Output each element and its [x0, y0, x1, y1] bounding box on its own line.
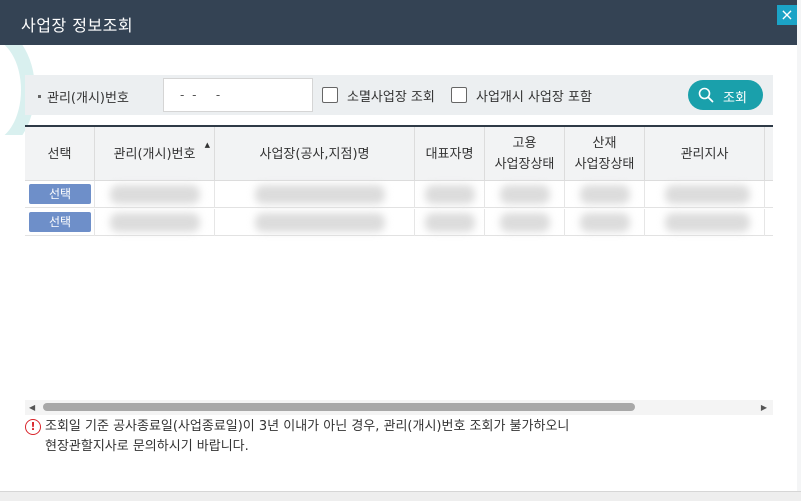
column-header-employment-status[interactable]: 고용 사업장상태 — [485, 127, 565, 181]
closed-business-checkbox-label[interactable]: 소멸사업장 조회 — [347, 86, 435, 105]
scrollbar-thumb[interactable] — [43, 403, 635, 411]
table-row[interactable]: 선택 — [25, 181, 773, 208]
sort-ascending-icon: ▲ — [204, 141, 210, 149]
close-icon: × — [780, 5, 794, 24]
redacted-cell — [665, 185, 750, 204]
horizontal-scrollbar[interactable]: ◀ ▶ — [25, 400, 773, 415]
select-button[interactable]: 선택 — [29, 184, 91, 204]
grid-header: 선택 관리(개시)번호 ▲ 사업장(공사,지점)명 대표자명 고용 사업장상태 산재… — [25, 125, 773, 181]
redacted-cell — [255, 213, 385, 232]
redacted-cell — [580, 213, 630, 232]
started-business-checkbox-label[interactable]: 사업개시 사업장 포함 — [476, 86, 592, 105]
redacted-cell — [665, 213, 750, 232]
business-grid: 선택 관리(개시)번호 ▲ 사업장(공사,지점)명 대표자명 고용 사업장상태 산재… — [25, 125, 773, 400]
dialog-title: 사업장 정보조회 — [21, 16, 134, 35]
table-row[interactable]: 선택 — [25, 209, 773, 236]
search-label: 관리(개시)번호 — [38, 87, 129, 106]
search-button-label: 조회 — [723, 91, 747, 106]
notice-line-2: 현장관할지사로 문의하시기 바랍니다. — [45, 439, 249, 454]
redacted-cell — [255, 185, 385, 204]
management-number-input[interactable] — [163, 78, 313, 112]
redacted-cell — [500, 185, 550, 204]
scroll-left-icon[interactable]: ◀ — [29, 403, 35, 412]
column-header-industrial-status[interactable]: 산재 사업장상태 — [565, 127, 645, 181]
closed-business-checkbox[interactable] — [322, 87, 338, 103]
search-bar: 관리(개시)번호 소멸사업장 조회 사업개시 사업장 포함 조회 — [25, 75, 773, 115]
redacted-cell — [500, 213, 550, 232]
column-header-management-number[interactable]: 관리(개시)번호 ▲ — [95, 127, 215, 181]
exclamation-circle-icon: ! — [25, 419, 41, 435]
close-button[interactable]: × — [777, 5, 797, 25]
business-info-dialog: 사업장 정보조회 × 관리(개시)번호 소멸사업장 조회 사업개시 사업장 포함… — [0, 0, 797, 491]
redacted-cell — [110, 185, 200, 204]
search-button[interactable]: 조회 — [688, 80, 763, 110]
redacted-cell — [425, 213, 475, 232]
scroll-right-icon[interactable]: ▶ — [761, 403, 767, 412]
redacted-cell — [425, 185, 475, 204]
redacted-cell — [110, 213, 200, 232]
search-icon — [698, 87, 714, 103]
column-header-select[interactable]: 선택 — [25, 127, 95, 181]
notice-line-1: 조회일 기준 공사종료일(사업종료일)이 3년 이내가 아닌 경우, 관리(개시… — [45, 419, 570, 434]
column-header-branch[interactable]: 관리지사 — [645, 127, 765, 181]
column-header-business-name[interactable]: 사업장(공사,지점)명 — [215, 127, 415, 181]
column-header-representative[interactable]: 대표자명 — [415, 127, 485, 181]
background-page-bottom — [0, 491, 801, 501]
started-business-checkbox[interactable] — [451, 87, 467, 103]
redacted-cell — [580, 185, 630, 204]
dialog-title-bar: 사업장 정보조회 — [0, 0, 797, 45]
select-button[interactable]: 선택 — [29, 212, 91, 232]
